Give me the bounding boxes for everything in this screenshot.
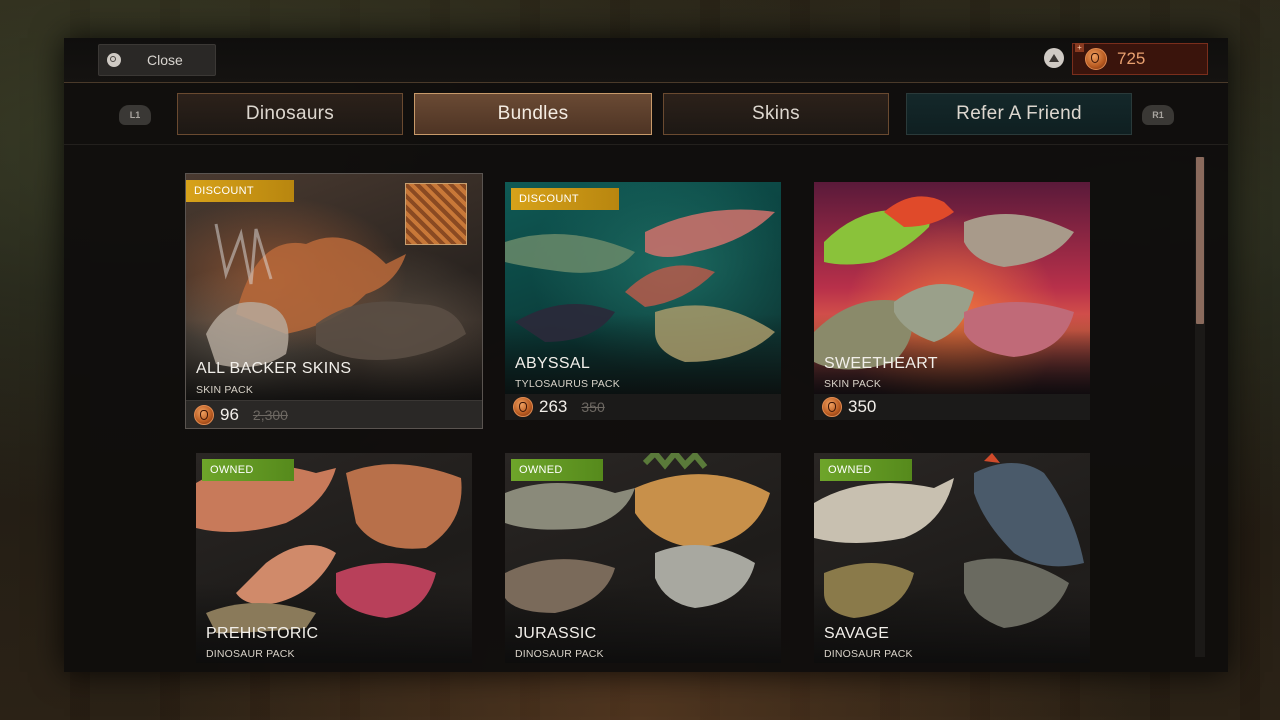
owned-badge: OWNED — [511, 459, 603, 481]
card-title: SAVAGE — [824, 625, 890, 642]
tab-label: Refer A Friend — [956, 103, 1082, 124]
currency-coin-icon — [513, 397, 533, 417]
card-subtitle: DINOSAUR PACK — [206, 648, 295, 660]
tab-dinosaurs[interactable]: Dinosaurs — [177, 93, 403, 135]
card-title: ABYSSAL — [515, 355, 591, 372]
bundle-card-sweetheart[interactable]: SWEETHEART SKIN PACK — [814, 182, 1090, 394]
tab-refer-a-friend[interactable]: Refer A Friend — [906, 93, 1132, 135]
card-subtitle: DINOSAUR PACK — [515, 648, 604, 660]
close-label: Close — [147, 52, 183, 68]
old-price: 350 — [581, 399, 605, 415]
l1-shoulder-icon[interactable]: L1 — [119, 105, 151, 125]
skin-preview-thumbnail — [405, 183, 467, 245]
r1-label: R1 — [1152, 110, 1164, 120]
price-row: 263 350 — [505, 394, 781, 420]
r1-shoulder-icon[interactable]: R1 — [1142, 105, 1174, 125]
l1-label: L1 — [129, 110, 141, 120]
price: 350 — [848, 397, 877, 416]
card-title: PREHISTORIC — [206, 625, 319, 642]
triangle-button-icon — [1044, 48, 1064, 68]
currency-amount: 725 — [1117, 49, 1146, 68]
bundle-card-abyssal[interactable]: DISCOUNT ABYSSAL TYLOSAURUS PACK — [505, 182, 781, 394]
currency-coin-icon — [194, 404, 214, 425]
price: 263 — [539, 397, 568, 416]
tab-divider — [64, 144, 1228, 145]
old-price: 2,300 — [252, 406, 288, 423]
circle-button-icon — [107, 53, 121, 67]
currency-coin-icon — [822, 397, 842, 417]
tab-label: Bundles — [497, 103, 569, 124]
scrollbar-thumb[interactable] — [1196, 157, 1204, 324]
card-title: SWEETHEART — [824, 355, 938, 372]
owned-badge: OWNED — [202, 459, 294, 481]
card-subtitle: DINOSAUR PACK — [824, 648, 913, 660]
tab-bundles[interactable]: Bundles — [414, 93, 652, 135]
bundle-card-savage[interactable]: OWNED SAVAGE DINOSAUR PACK — [814, 453, 1090, 663]
price-row: 350 — [814, 394, 1090, 420]
currency-display[interactable]: + 725 — [1072, 43, 1208, 75]
bundle-card-jurassic[interactable]: OWNED JURASSIC DINOSAUR PACK — [505, 453, 781, 663]
bundle-card-prehistoric[interactable]: OWNED PREHISTORIC DINOSAUR PACK — [196, 453, 472, 663]
currency-coin-icon — [1085, 48, 1107, 70]
price-row: 96 2,300 — [186, 401, 482, 428]
tab-label: Skins — [752, 103, 800, 124]
card-subtitle: TYLOSAURUS PACK — [515, 378, 620, 390]
card-subtitle: SKIN PACK — [196, 384, 254, 396]
card-title: JURASSIC — [515, 625, 597, 642]
discount-badge: DISCOUNT — [186, 180, 294, 202]
price: 96 — [220, 404, 239, 424]
owned-badge: OWNED — [820, 459, 912, 481]
tab-label: Dinosaurs — [245, 103, 335, 124]
close-button[interactable]: Close — [98, 44, 216, 76]
tab-skins[interactable]: Skins — [663, 93, 889, 135]
card-subtitle: SKIN PACK — [824, 378, 882, 390]
add-currency-icon[interactable]: + — [1075, 43, 1084, 52]
discount-badge: DISCOUNT — [511, 188, 619, 210]
card-title: ALL BACKER SKINS — [196, 360, 352, 377]
